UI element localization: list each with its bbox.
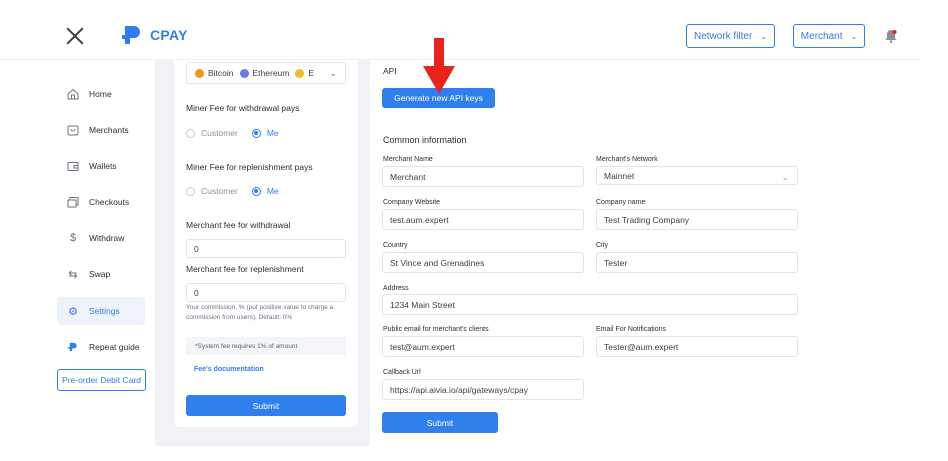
public-email-input[interactable]: test@aum.expert bbox=[382, 336, 584, 357]
network-filter-dropdown[interactable]: Network filter ⌄ bbox=[686, 24, 775, 48]
sidebar-item-label: Repeat guide bbox=[89, 342, 140, 352]
home-icon bbox=[66, 87, 80, 101]
notification-email-label: Email For Notifications bbox=[596, 326, 667, 333]
company-name-input[interactable]: Test Trading Company bbox=[596, 209, 798, 230]
radio-label[interactable]: Me bbox=[267, 186, 279, 196]
merchant-network-label: Merchant's Network bbox=[596, 156, 658, 163]
merchant-network-select[interactable]: Mainnet ⌄ bbox=[596, 166, 798, 185]
sidebar-item-label: Settings bbox=[89, 306, 120, 316]
system-fee-note: *System fee requires 1% of amount bbox=[186, 337, 346, 355]
ethereum-icon bbox=[239, 68, 249, 78]
address-label: Address bbox=[383, 285, 409, 292]
sidebar-item-label: Wallets bbox=[89, 161, 117, 171]
sidebar-item-repeat-guide[interactable]: Repeat guide bbox=[57, 333, 145, 361]
bell-icon[interactable] bbox=[885, 29, 897, 43]
preorder-debit-card-button[interactable]: Pre-order Debit Card bbox=[57, 369, 146, 391]
coin-tag: Bitcoin bbox=[208, 68, 234, 78]
fees-documentation-link[interactable]: Fee's documentation bbox=[194, 366, 264, 373]
company-name-label: Company name bbox=[596, 199, 646, 206]
top-header: CPAY Network filter ⌄ Merchant ⌄ bbox=[0, 0, 918, 60]
sidebar-item-swap[interactable]: ⇆ Swap bbox=[57, 260, 145, 288]
coin-tag: E bbox=[308, 68, 315, 78]
network-filter-label: Network filter bbox=[693, 30, 753, 42]
close-icon[interactable] bbox=[66, 27, 84, 45]
chevron-down-icon: ⌄ bbox=[760, 31, 768, 41]
sidebar-item-checkouts[interactable]: Checkouts bbox=[57, 188, 145, 216]
sidebar-item-label: Withdraw bbox=[89, 233, 125, 243]
sidebar-item-label: Merchants bbox=[89, 125, 129, 135]
chevron-down-icon: ⌄ bbox=[781, 172, 789, 182]
sidebar-item-withdraw[interactable]: $ Withdraw bbox=[57, 224, 145, 252]
callback-url-label: Callback Url bbox=[383, 369, 421, 376]
gear-icon: ⚙ bbox=[68, 305, 78, 318]
currency-multiselect[interactable]: Bitcoin Ethereum E ⌄ bbox=[186, 62, 346, 84]
merchant-fee-replenishment-input[interactable]: 0 bbox=[186, 283, 346, 302]
commission-hint: Your commission, % (put positive value t… bbox=[186, 304, 334, 321]
logo-text: CPAY bbox=[150, 27, 188, 43]
country-label: Country bbox=[383, 242, 408, 249]
wallet-icon bbox=[66, 159, 80, 173]
city-label: City bbox=[596, 242, 609, 249]
radio-label[interactable]: Me bbox=[267, 128, 279, 138]
chevron-down-icon: ⌄ bbox=[329, 68, 337, 78]
sidebar-item-label: Home bbox=[89, 89, 112, 99]
merchant-fee-withdrawal-input[interactable]: 0 bbox=[186, 239, 346, 258]
radio-me[interactable] bbox=[251, 128, 261, 138]
miner-fee-replenishment-radio-group: Customer Me bbox=[186, 186, 293, 196]
merchant-network-value: Mainnet bbox=[604, 170, 635, 181]
sidebar: Home Merchants Wallets Checkouts $ Withd… bbox=[0, 60, 155, 461]
sidebar-item-merchants[interactable]: Merchants bbox=[57, 116, 145, 144]
company-website-input[interactable]: test.aum.expert bbox=[382, 209, 584, 230]
miner-fee-withdrawal-radio-group: Customer Me bbox=[186, 128, 293, 138]
notification-email-input[interactable]: Tester@aum.expert bbox=[596, 336, 798, 357]
callback-url-input[interactable]: https://api.aivia.io/api/gateways/cpay bbox=[382, 379, 584, 400]
cpay-logo[interactable]: CPAY bbox=[121, 24, 188, 46]
merchant-fee-withdrawal-label: Merchant fee for withdrawal bbox=[186, 220, 291, 230]
merchant-name-label: Merchant Name bbox=[383, 156, 433, 163]
country-input[interactable]: St Vince and Grenadines bbox=[382, 252, 584, 273]
sidebar-item-label: Swap bbox=[89, 269, 111, 279]
sidebar-item-home[interactable]: Home bbox=[57, 80, 145, 108]
fee-submit-button[interactable]: Submit bbox=[186, 395, 346, 416]
chevron-down-icon: ⌄ bbox=[850, 31, 858, 41]
swap-icon: ⇆ bbox=[68, 268, 78, 281]
miner-fee-withdrawal-label: Miner Fee for withdrawal pays bbox=[186, 103, 300, 113]
city-input[interactable]: Tester bbox=[596, 252, 798, 273]
sidebar-item-label: Checkouts bbox=[89, 197, 130, 207]
radio-me[interactable] bbox=[251, 186, 261, 196]
merchant-fee-replenishment-label: Merchant fee for replenishment bbox=[186, 264, 304, 274]
api-section-title: API bbox=[383, 66, 397, 76]
public-email-label: Public email for merchant's clients bbox=[383, 326, 489, 333]
merchant-label: Merchant bbox=[800, 30, 843, 42]
merchant-dropdown[interactable]: Merchant ⌄ bbox=[793, 24, 865, 48]
bitcoin-icon bbox=[195, 68, 204, 78]
radio-customer[interactable] bbox=[186, 186, 195, 196]
coin-tag: Ethereum bbox=[252, 68, 290, 78]
sidebar-item-wallets[interactable]: Wallets bbox=[57, 152, 145, 180]
radio-customer[interactable] bbox=[186, 128, 195, 138]
app-root: CPAY Network filter ⌄ Merchant ⌄ Home Me… bbox=[0, 0, 948, 461]
radio-label[interactable]: Customer bbox=[201, 186, 238, 196]
merchant-submit-button[interactable]: Submit bbox=[382, 412, 498, 433]
company-website-label: Company Website bbox=[383, 199, 441, 206]
radio-label[interactable]: Customer bbox=[201, 128, 238, 138]
common-information-title: Common information bbox=[383, 135, 467, 145]
red-arrow-annotation bbox=[423, 38, 455, 94]
merchant-name-input[interactable]: Merchant bbox=[382, 166, 584, 187]
coin-icon bbox=[295, 68, 305, 78]
address-input[interactable]: 1234 Main Street bbox=[382, 294, 798, 315]
dollar-icon: $ bbox=[69, 232, 77, 244]
sidebar-item-settings[interactable]: ⚙ Settings bbox=[57, 297, 145, 325]
merchants-icon bbox=[66, 123, 80, 137]
cpay-logo-icon bbox=[66, 340, 80, 354]
miner-fee-replenishment-label: Miner Fee for replenishment pays bbox=[186, 162, 313, 172]
cpay-logo-icon bbox=[122, 26, 140, 44]
checkout-icon bbox=[66, 195, 80, 209]
